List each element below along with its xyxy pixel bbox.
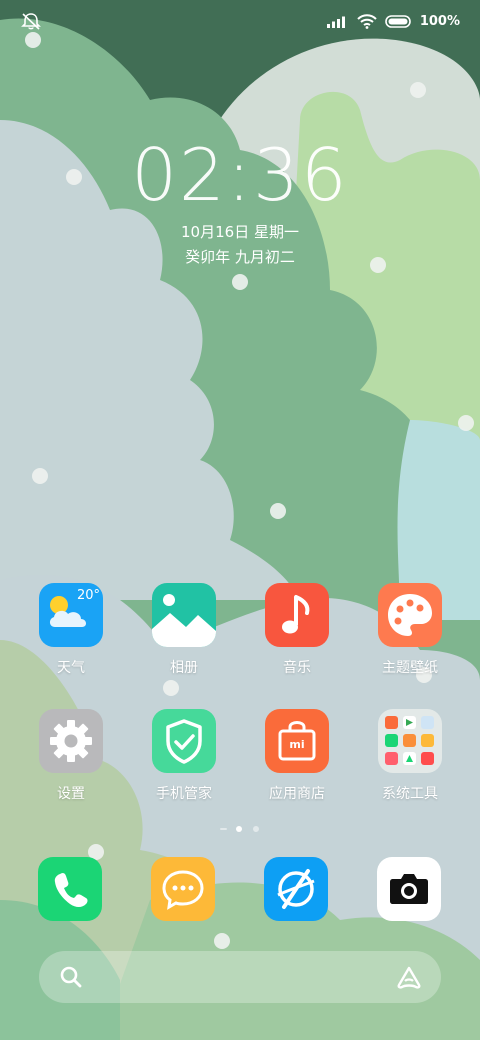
app-label: 音乐 (283, 660, 311, 676)
app-store[interactable]: mi 应用商店 (247, 709, 347, 803)
page-dot (253, 826, 259, 832)
lunar-date: 癸卯年 九月初二 (185, 248, 295, 266)
page-indicator[interactable] (0, 824, 480, 834)
dock-phone[interactable] (38, 857, 102, 921)
home-screen: 100% 02:36 10月16日 星期一 癸卯年 九月初二 20° 天气 相册 (0, 0, 480, 1040)
app-label: 系统工具 (382, 786, 438, 802)
app-label: 相册 (170, 660, 198, 676)
app-label: 手机管家 (156, 786, 212, 802)
app-store-icon: mi (265, 709, 329, 773)
clock-time[interactable]: 02:36 (0, 132, 480, 218)
battery-percentage: 100% (419, 13, 460, 29)
page-indicator-minus-one (220, 828, 227, 830)
app-music[interactable]: 音乐 (247, 583, 347, 677)
clock-date: 10月16日 星期一 (181, 223, 299, 241)
app-label: 设置 (57, 786, 85, 802)
dock-browser[interactable] (264, 857, 328, 921)
app-label: 主题壁纸 (382, 660, 438, 676)
app-gallery[interactable]: 相册 (134, 583, 234, 677)
app-label: 天气 (57, 660, 85, 676)
folder-icon (378, 709, 442, 773)
phone-icon (54, 872, 88, 907)
weather-icon: 20° (39, 583, 103, 647)
music-icon (265, 583, 329, 647)
store-badge: mi (289, 738, 305, 751)
security-icon (152, 709, 216, 773)
signal-icon (326, 16, 345, 28)
assistant-icon[interactable] (395, 965, 423, 989)
app-label: 应用商店 (269, 786, 325, 802)
weather-temperature: 20° (76, 588, 100, 603)
gallery-icon (152, 583, 216, 647)
app-themes[interactable]: 主题壁纸 (360, 583, 460, 677)
search-icon (60, 966, 82, 988)
search-bar[interactable] (39, 951, 441, 1003)
status-bar: 100% (0, 0, 480, 40)
battery-icon (385, 14, 411, 28)
mute-icon (21, 13, 41, 30)
camera-icon (390, 874, 428, 904)
settings-icon (39, 709, 103, 773)
folder-system-tools[interactable]: 系统工具 (360, 709, 460, 803)
app-weather[interactable]: 20° 天气 (21, 583, 121, 677)
browser-icon (277, 869, 315, 909)
app-security[interactable]: 手机管家 (134, 709, 234, 803)
app-settings[interactable]: 设置 (21, 709, 121, 803)
page-dot-active (236, 826, 242, 832)
themes-icon (378, 583, 442, 647)
dock-messages[interactable] (151, 857, 215, 921)
dock-camera[interactable] (377, 857, 441, 921)
messages-icon (162, 870, 204, 910)
wifi-icon (357, 13, 377, 29)
